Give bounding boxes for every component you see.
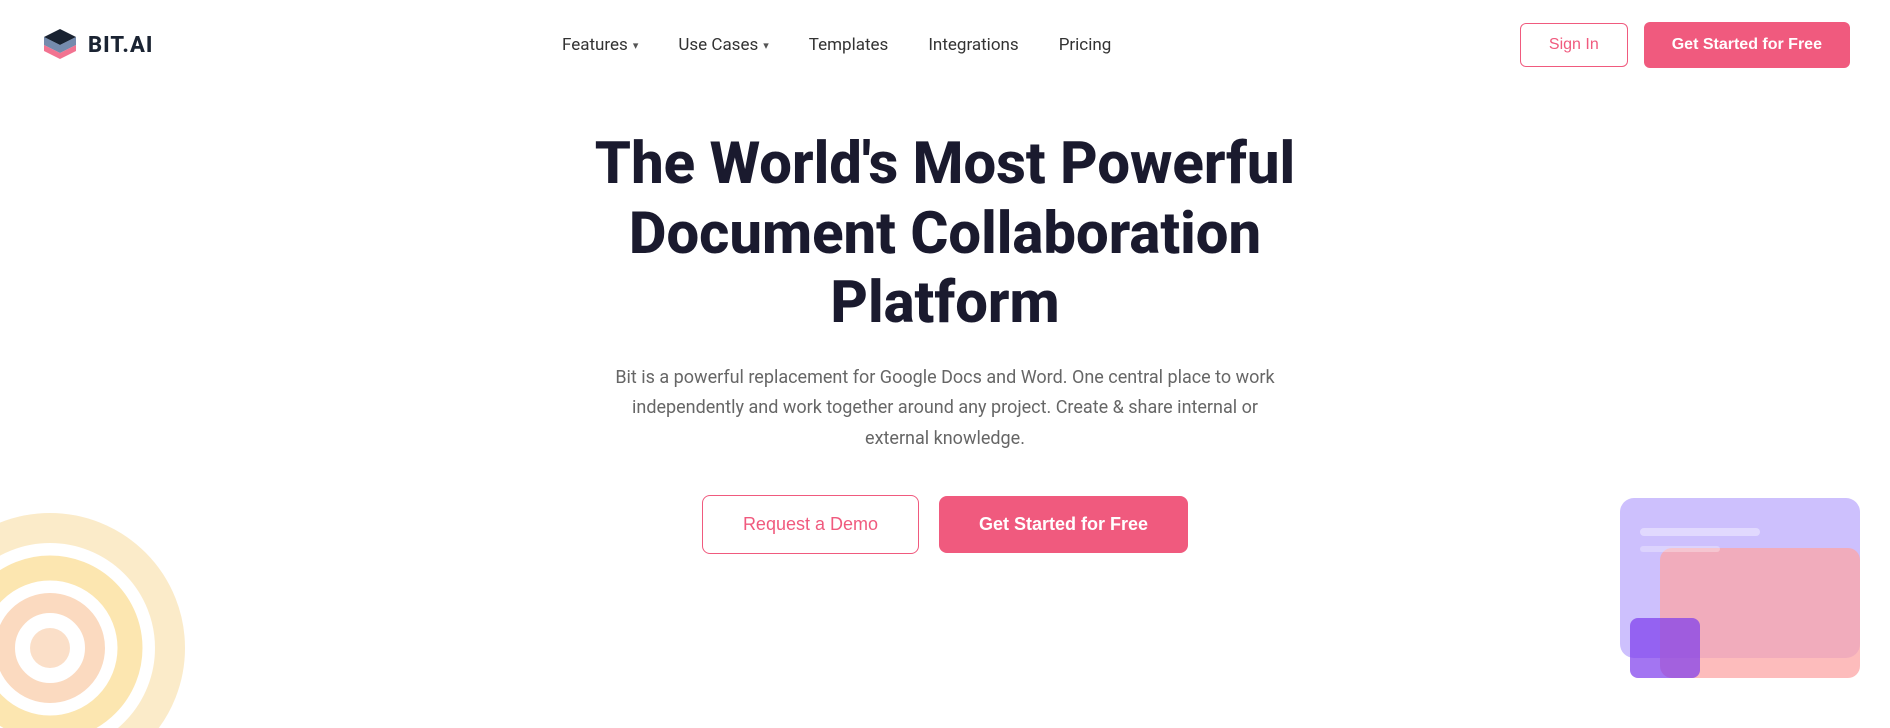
signin-button[interactable]: Sign In <box>1520 23 1628 67</box>
request-demo-button[interactable]: Request a Demo <box>702 495 919 554</box>
logo[interactable]: BIT.AI <box>40 25 153 65</box>
logo-text: BIT.AI <box>88 33 153 58</box>
navbar: BIT.AI Features ▾ Use Cases ▾ Templates … <box>0 0 1890 90</box>
nav-right: Sign In Get Started for Free <box>1520 22 1850 68</box>
nav-item-usecases[interactable]: Use Cases ▾ <box>678 35 768 55</box>
hero-buttons: Request a Demo Get Started for Free <box>702 495 1188 554</box>
hero-heading: The World's Most Powerful Document Colla… <box>545 130 1345 339</box>
logo-icon <box>40 25 80 65</box>
chevron-down-icon: ▾ <box>633 39 639 52</box>
nav-item-features[interactable]: Features ▾ <box>562 35 638 55</box>
hero-section: The World's Most Powerful Document Colla… <box>0 90 1890 574</box>
hero-subtitle: Bit is a powerful replacement for Google… <box>615 363 1275 455</box>
get-started-hero-button[interactable]: Get Started for Free <box>939 496 1188 553</box>
nav-item-templates[interactable]: Templates <box>809 35 889 55</box>
nav-center: Features ▾ Use Cases ▾ Templates Integra… <box>562 35 1111 55</box>
get-started-nav-button[interactable]: Get Started for Free <box>1644 22 1850 68</box>
chevron-down-icon: ▾ <box>763 39 769 52</box>
nav-item-integrations[interactable]: Integrations <box>928 35 1018 55</box>
nav-item-pricing[interactable]: Pricing <box>1059 35 1112 55</box>
